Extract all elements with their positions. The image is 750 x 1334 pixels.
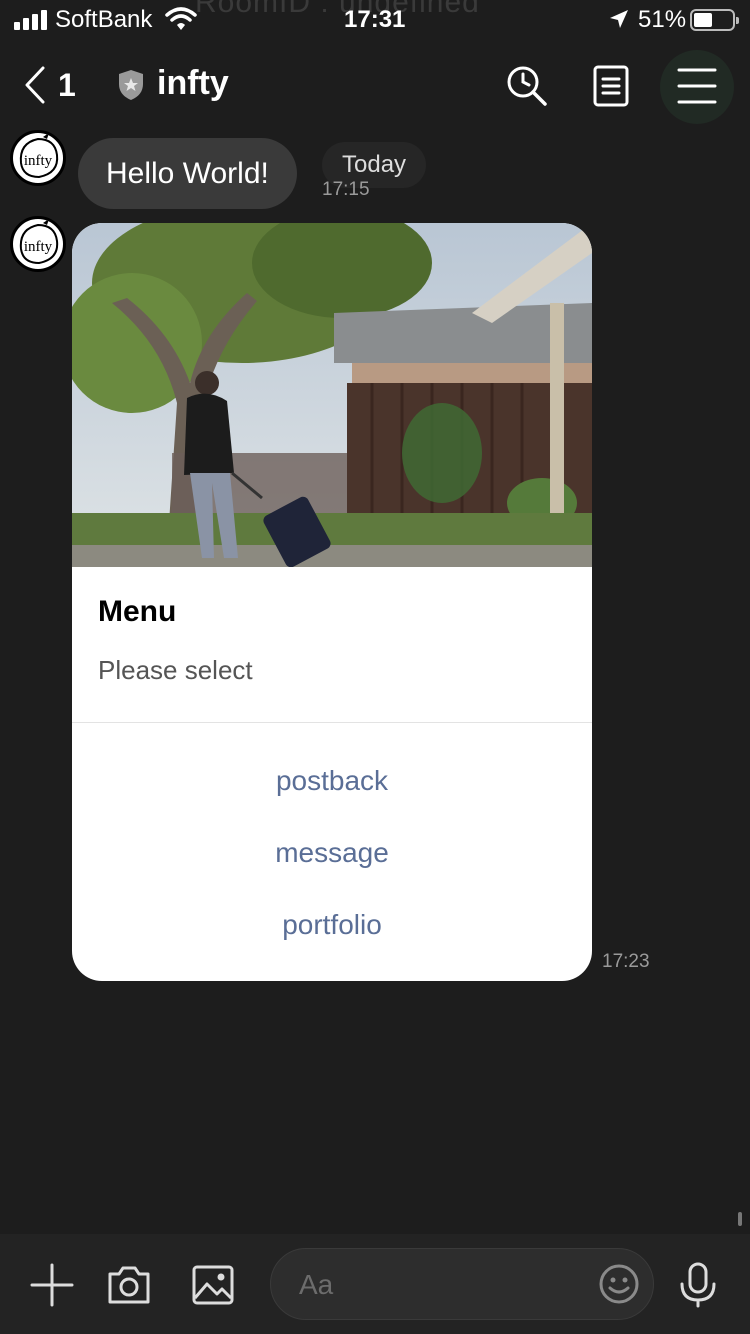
menu-button[interactable]: [660, 50, 734, 124]
camera-button[interactable]: [104, 1260, 154, 1310]
message-text: Hello World!: [106, 156, 269, 190]
card-timestamp: 17:23: [602, 951, 650, 972]
battery-icon: [690, 9, 739, 31]
portfolio-action-button[interactable]: portfolio: [72, 900, 592, 950]
status-time: 17:31: [344, 6, 406, 33]
message-bubble[interactable]: Hello World!: [78, 138, 297, 209]
card-hero-image[interactable]: [72, 223, 592, 567]
camera-icon: [108, 1266, 150, 1304]
room-id-ghost-text: RoomID : undefined: [195, 0, 480, 19]
message-timestamp: 17:15: [322, 179, 370, 200]
signal-icon: [14, 10, 48, 30]
shield-icon: [116, 68, 146, 107]
add-button[interactable]: [27, 1260, 77, 1310]
scroll-indicator[interactable]: [738, 1212, 742, 1226]
message-text-field[interactable]: [270, 1248, 654, 1320]
unread-count: 1: [58, 66, 76, 103]
search-clock-icon: [507, 66, 547, 106]
avatar[interactable]: infty: [10, 216, 66, 272]
emoji-icon[interactable]: [597, 1262, 641, 1306]
message-input-bar: [0, 1234, 750, 1334]
dragon-logo-icon: [19, 133, 59, 179]
hamburger-menu-icon: [677, 68, 717, 104]
search-button[interactable]: [501, 60, 553, 112]
status-bar: RoomID : undefined SoftBank 17:31 51%: [0, 0, 750, 42]
voice-button[interactable]: [673, 1260, 723, 1310]
template-card: Menu Please select postback message port…: [72, 223, 592, 981]
chat-title: infty: [157, 64, 229, 102]
message-action-button[interactable]: message: [72, 828, 592, 878]
message-input[interactable]: [299, 1265, 599, 1305]
postback-action-button[interactable]: postback: [72, 756, 592, 806]
battery-percentage: 51%: [638, 6, 687, 33]
back-button[interactable]: 1: [24, 62, 94, 108]
avatar[interactable]: infty: [10, 130, 66, 186]
divider: [72, 722, 592, 723]
wifi-icon: [165, 6, 197, 37]
plus-icon: [30, 1263, 74, 1307]
card-subtitle: Please select: [98, 655, 253, 685]
location-arrow-icon: [608, 8, 630, 35]
carrier-name: SoftBank: [55, 6, 153, 33]
microphone-icon: [680, 1262, 716, 1308]
image-icon: [192, 1265, 234, 1305]
dragon-logo-icon: [19, 219, 59, 265]
chevron-left-icon: [25, 66, 45, 104]
card-title: Menu: [98, 595, 177, 628]
image-button[interactable]: [188, 1260, 238, 1310]
chat-header: 1 infty: [0, 48, 750, 124]
notes-button[interactable]: [585, 60, 637, 112]
notes-icon: [593, 65, 629, 107]
